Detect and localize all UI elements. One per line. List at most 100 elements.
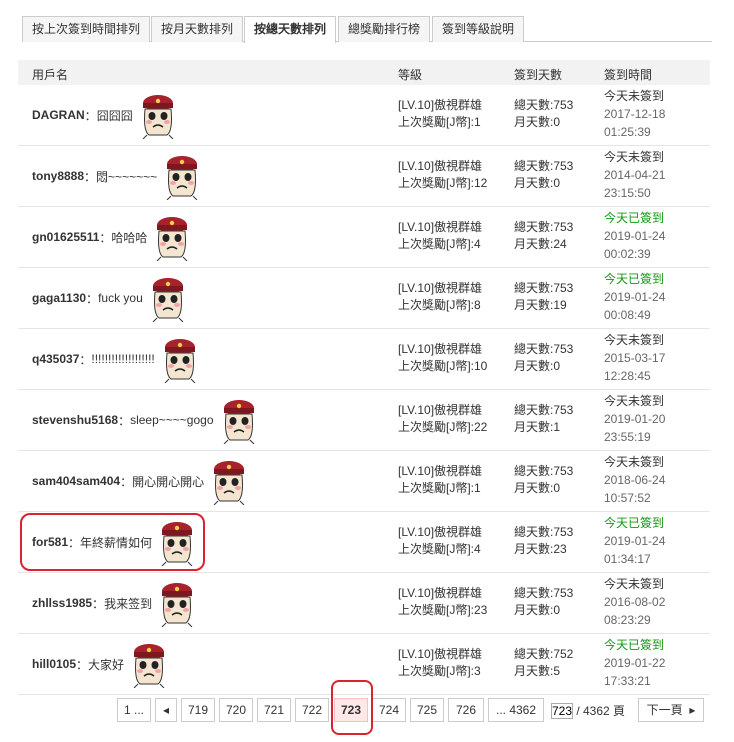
total-days: 總天數:753 xyxy=(514,464,574,478)
month-days: 月天數:0 xyxy=(514,115,561,129)
signin-clock: 23:15:50 xyxy=(604,186,651,200)
signin-clock: 00:02:39 xyxy=(604,247,651,261)
page-prev-button[interactable]: ◂ xyxy=(155,698,177,722)
header-days: 簽到天數 xyxy=(514,68,563,82)
page-button[interactable]: 721 xyxy=(257,698,291,722)
page-button[interactable]: 726 xyxy=(448,698,484,722)
page-button[interactable]: 722 xyxy=(295,698,329,722)
page-button-current[interactable]: 723 xyxy=(334,698,368,722)
mascot-face-icon xyxy=(128,640,170,689)
signin-date: 2015-03-17 xyxy=(604,351,666,365)
table-row: tony8888：悶~~~~~~~ [LV.10]傲視群雄 上次獎勵[J幣]:12 總… xyxy=(18,146,710,207)
page-jump-input[interactable] xyxy=(551,703,573,719)
username-link[interactable]: sam404sam404 xyxy=(32,474,120,488)
username-link[interactable]: for581 xyxy=(32,535,68,549)
total-days: 總天數:753 xyxy=(514,220,574,234)
last-reward: 上次獎勵[J幣]:23 xyxy=(398,603,488,617)
table-row: stevenshu5168： sleep~~~~gogo [LV.10]傲視群雄 上次… xyxy=(18,390,710,451)
month-days: 月天數:1 xyxy=(514,420,561,434)
time-cell: 今天未簽到 2016-08-02 08:23:29 xyxy=(604,575,665,629)
username-link[interactable]: hill0105 xyxy=(32,657,76,671)
tab-sort-month-days[interactable]: 按月天數排列 xyxy=(151,16,244,42)
page-button[interactable]: 720 xyxy=(219,698,253,722)
time-cell: 今天未簽到 2015-03-17 12:28:45 xyxy=(604,331,665,385)
level-cell: [LV.10]傲視群雄 上次獎勵[J幣]:3 xyxy=(398,646,482,680)
time-cell: 今天已簽到 2019-01-24 01:34:17 xyxy=(604,514,665,568)
user-cell: DAGRAN：囧囧囧 xyxy=(32,85,179,145)
page-last-button[interactable]: ... 4362 xyxy=(488,698,544,722)
days-cell: 總天數:753 月天數:0 xyxy=(514,463,573,497)
last-reward: 上次獎勵[J幣]:8 xyxy=(398,298,481,312)
signin-status: 今天已簽到 xyxy=(604,638,665,652)
level-cell: [LV.10]傲視群雄 上次獎勵[J幣]:23 xyxy=(398,585,487,619)
tab-sort-total-days[interactable]: 按總天數排列 xyxy=(244,16,337,43)
separator: ： xyxy=(86,291,99,306)
tab-level-info[interactable]: 簽到等級說明 xyxy=(432,16,525,42)
signin-date: 2014-04-21 xyxy=(604,168,666,182)
next-page-button[interactable]: 下一頁 ▸ xyxy=(638,698,704,722)
month-days: 月天數:0 xyxy=(514,359,561,373)
signin-date: 2019-01-22 xyxy=(604,656,666,670)
mascot-face-icon xyxy=(156,518,198,567)
chevron-left-icon: ◂ xyxy=(162,703,170,717)
signin-clock: 12:28:45 xyxy=(604,369,651,383)
username-link[interactable]: gn01625511 xyxy=(32,230,99,244)
signin-message: fuck you xyxy=(98,291,143,305)
table-header: 用戶名 等級 簽到天數 簽到時間 xyxy=(18,60,710,85)
last-reward: 上次獎勵[J幣]:1 xyxy=(398,481,481,495)
signin-message: 大家好 xyxy=(88,657,125,672)
level-cell: [LV.10]傲視群雄 上次獎勵[J幣]:12 xyxy=(398,158,487,192)
level-label: [LV.10]傲視群雄 xyxy=(398,464,483,478)
username-link[interactable]: gaga1130 xyxy=(32,291,86,305)
signin-status: 今天未簽到 xyxy=(604,577,665,591)
chevron-right-icon: ▸ xyxy=(686,703,696,717)
signin-date: 2019-01-24 xyxy=(604,290,666,304)
mascot-face-icon xyxy=(151,213,193,262)
username-link[interactable]: tony8888 xyxy=(32,169,84,183)
tab-sort-last-signin[interactable]: 按上次簽到時間排列 xyxy=(22,16,151,42)
level-cell: [LV.10]傲視群雄 上次獎勵[J幣]:4 xyxy=(398,524,482,558)
signin-message: 我来签到 xyxy=(104,596,153,611)
page-first-button[interactable]: 1 ... xyxy=(117,698,151,722)
page-button[interactable]: 724 xyxy=(372,698,406,722)
page-button[interactable]: 725 xyxy=(410,698,444,722)
username-link[interactable]: stevenshu5168 xyxy=(32,413,118,427)
signin-clock: 23:55:19 xyxy=(604,430,651,444)
username-link[interactable]: q435037 xyxy=(32,352,79,366)
table-row: gaga1130： fuck you [LV.10]傲視群雄 上次獎勵[J幣]:8 總天… xyxy=(18,268,710,329)
total-days: 總天數:753 xyxy=(514,98,574,112)
username-link[interactable]: DAGRAN xyxy=(32,108,85,122)
user-cell: gaga1130： fuck you xyxy=(32,268,189,328)
level-label: [LV.10]傲視群雄 xyxy=(398,342,483,356)
time-cell: 今天已簽到 2019-01-22 17:33:21 xyxy=(604,636,665,690)
days-cell: 總天數:753 月天數:0 xyxy=(514,97,573,131)
tab-reward-ranking[interactable]: 總獎勵排行榜 xyxy=(338,16,431,42)
time-cell: 今天已簽到 2019-01-24 00:02:39 xyxy=(604,209,665,263)
signin-message: 年終薪情如何 xyxy=(80,535,153,550)
signin-clock: 01:25:39 xyxy=(604,125,651,139)
table-row: for581：年終薪情如何 [LV.10]傲視群雄 上次獎勵[J幣]:4 總天數:75… xyxy=(18,512,710,573)
last-reward: 上次獎勵[J幣]:22 xyxy=(398,420,488,434)
level-cell: [LV.10]傲視群雄 上次獎勵[J幣]:22 xyxy=(398,402,487,436)
user-cell: zhllss1985：我来签到 xyxy=(32,573,198,633)
username-link[interactable]: zhllss1985 xyxy=(32,596,92,610)
signin-message: 哈哈哈 xyxy=(111,230,148,245)
page-button[interactable]: 719 xyxy=(181,698,215,722)
signin-clock: 10:57:52 xyxy=(604,491,651,505)
page-total-label: / 4362 頁 xyxy=(573,704,626,718)
level-label: [LV.10]傲視群雄 xyxy=(398,281,483,295)
level-cell: [LV.10]傲視群雄 上次獎勵[J幣]:1 xyxy=(398,463,482,497)
last-reward: 上次獎勵[J幣]:4 xyxy=(398,237,481,251)
level-cell: [LV.10]傲視群雄 上次獎勵[J幣]:4 xyxy=(398,219,482,253)
user-cell: gn01625511：哈哈哈 xyxy=(32,207,193,267)
signin-clock: 00:08:49 xyxy=(604,308,651,322)
month-days: 月天數:0 xyxy=(514,481,561,495)
level-label: [LV.10]傲視群雄 xyxy=(398,647,483,661)
days-cell: 總天數:753 月天數:0 xyxy=(514,158,573,192)
separator: ： xyxy=(118,413,131,428)
signin-message: 開心開心開心 xyxy=(132,474,205,489)
header-username: 用戶名 xyxy=(32,68,69,82)
signin-table: 用戶名 等級 簽到天數 簽到時間 DAGRAN：囧囧囧 [LV.10]傲視群雄 上次… xyxy=(18,60,710,695)
signin-date: 2019-01-24 xyxy=(604,534,666,548)
user-cell: q435037：!!!!!!!!!!!!!!!!!!! xyxy=(32,329,201,389)
